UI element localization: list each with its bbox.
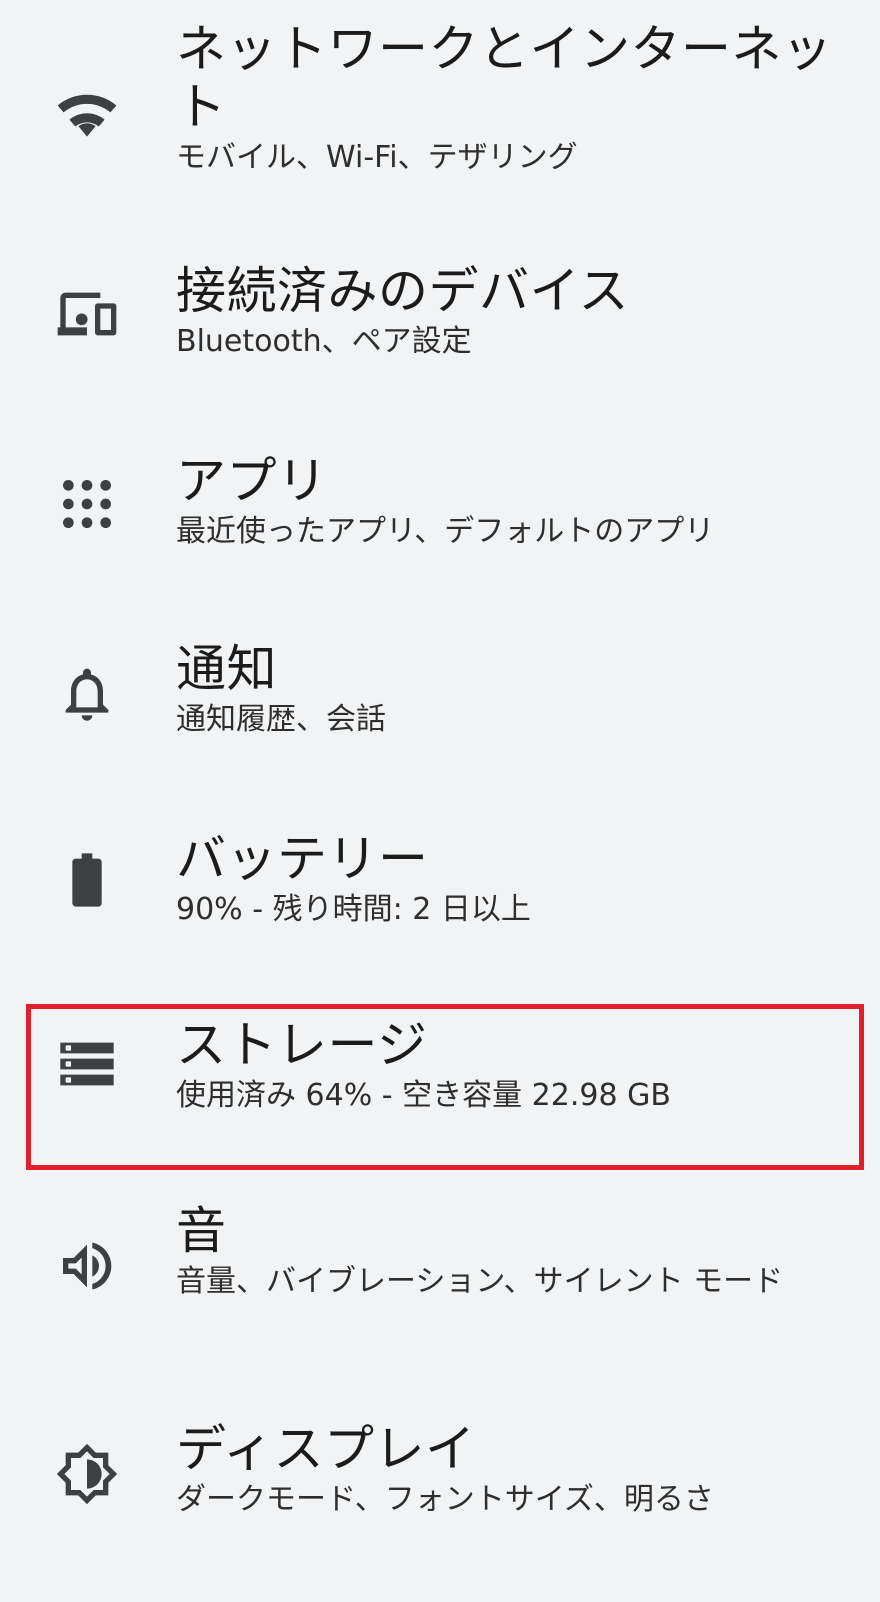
wifi-icon bbox=[55, 82, 119, 146]
item-title: 接続済みのデバイス bbox=[176, 262, 629, 320]
item-title: ディスプレイ bbox=[176, 1420, 476, 1478]
battery-icon bbox=[55, 848, 119, 912]
connected-devices-icon bbox=[55, 282, 119, 346]
item-summary: モバイル、Wi-Fi、テザリング bbox=[176, 140, 578, 175]
item-title: アプリ bbox=[176, 452, 328, 510]
item-summary: ダークモード、フォントサイズ、明るさ bbox=[176, 1482, 714, 1517]
item-summary: 通知履歴、会話 bbox=[176, 702, 386, 737]
storage-highlight-box bbox=[26, 1004, 864, 1170]
brightness-icon bbox=[55, 1442, 119, 1506]
item-summary: 90% - 残り時間: 2 日以上 bbox=[176, 892, 531, 927]
item-summary: Bluetooth、ペア設定 bbox=[176, 324, 472, 359]
volume-icon bbox=[55, 1234, 119, 1298]
apps-grid-icon bbox=[55, 472, 119, 536]
item-title: ネットワークとインターネット bbox=[176, 20, 833, 136]
item-title: 音 bbox=[176, 1202, 227, 1260]
item-summary: 音量、バイブレーション、サイレント モード bbox=[176, 1264, 784, 1299]
item-title: 通知 bbox=[176, 640, 277, 698]
bell-icon bbox=[55, 662, 119, 726]
item-title: バッテリー bbox=[176, 830, 429, 888]
item-summary: 最近使ったアプリ、デフォルトのアプリ bbox=[176, 514, 715, 549]
settings-list: ネットワークとインターネット モバイル、Wi-Fi、テザリング 接続済みのデバイ… bbox=[0, 0, 880, 1602]
